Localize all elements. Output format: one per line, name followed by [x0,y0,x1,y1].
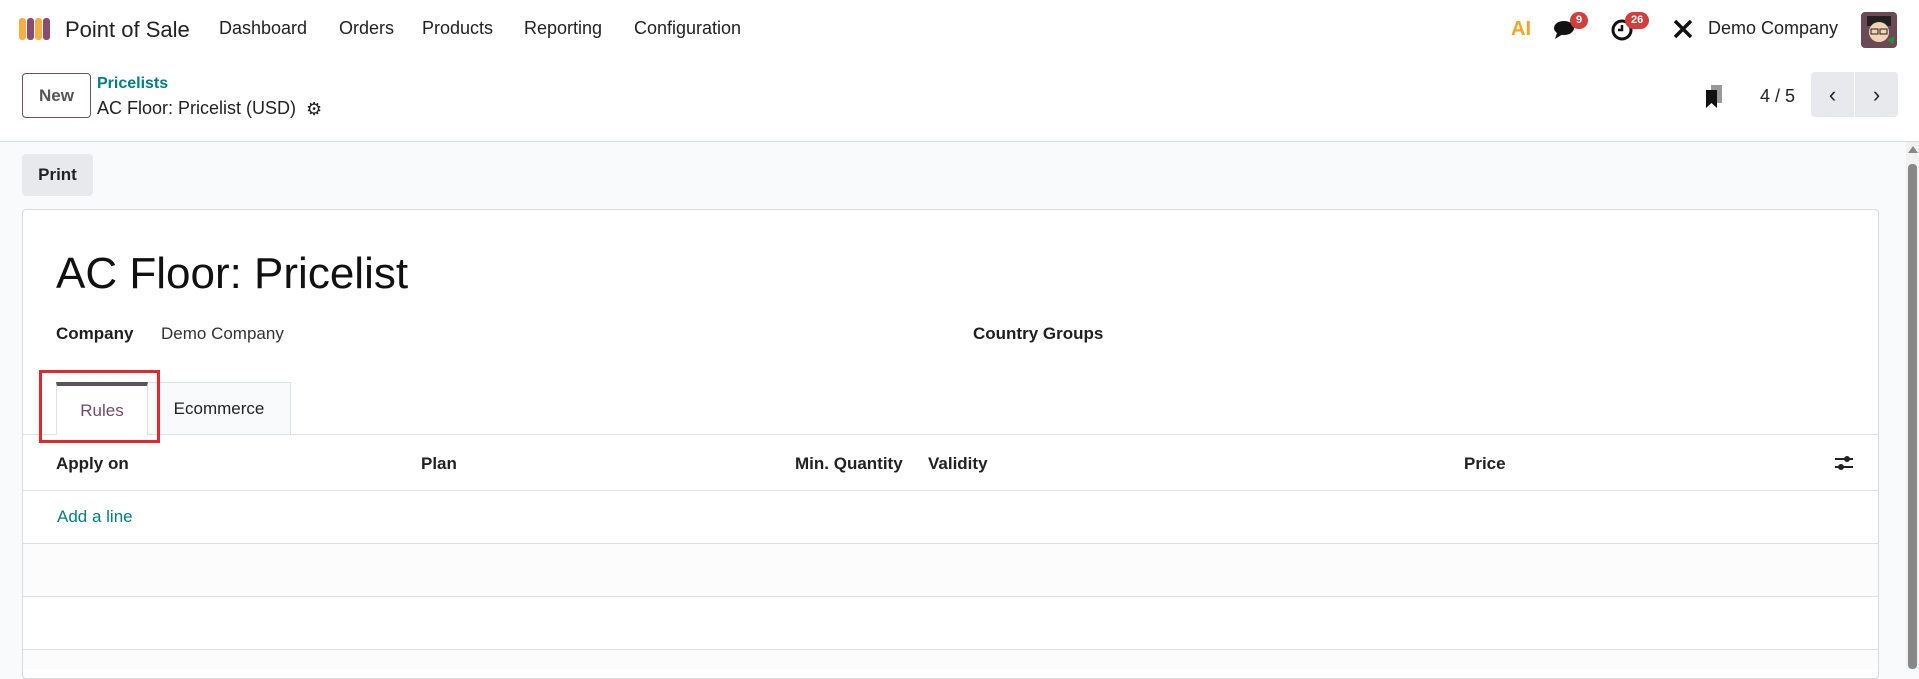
column-price[interactable]: Price [1464,454,1506,474]
company-label: Company [56,324,134,343]
empty-row [23,650,1878,669]
pager-previous-button[interactable]: ‹ [1811,72,1854,117]
pricelist-title[interactable]: AC Floor: Pricelist [56,249,408,299]
print-button[interactable]: Print [22,154,93,196]
company-switcher[interactable]: Demo Company [1708,18,1838,39]
tab-ecommerce[interactable]: Ecommerce [147,382,291,434]
tab-ecommerce-label: Ecommerce [173,398,265,418]
tabs-divider [23,434,1878,435]
menu-products[interactable]: Products [422,18,493,39]
activities-badge: 26 [1625,12,1650,29]
scrollbar[interactable] [1906,142,1919,669]
record-name: AC Floor: Pricelist (USD) [97,98,297,118]
column-plan[interactable]: Plan [421,454,457,474]
top-navbar: Point of Sale Dashboard Orders Products … [0,0,1919,58]
ai-icon[interactable]: AI [1511,18,1531,41]
user-avatar[interactable] [1861,12,1897,48]
optional-columns-icon[interactable] [1834,454,1854,477]
bookmark-icon[interactable] [1704,84,1724,115]
country-groups-field[interactable] [1140,318,1840,348]
empty-row [23,544,1878,596]
control-panel: New Pricelists AC Floor: Pricelist (USD)… [0,58,1919,142]
country-groups-label: Country Groups [973,324,1104,343]
pager-next-button[interactable]: › [1855,72,1898,117]
app-name[interactable]: Point of Sale [65,17,190,43]
gear-icon[interactable]: ⚙ [306,99,322,120]
column-apply-on[interactable]: Apply on [56,454,129,474]
add-line-link[interactable]: Add a line [57,507,133,527]
pager-value[interactable]: 4 / 5 [1760,86,1795,107]
menu-configuration[interactable]: Configuration [634,18,741,39]
menu-orders[interactable]: Orders [339,18,394,39]
column-min-quantity[interactable]: Min. Quantity [795,454,903,474]
row-divider [23,596,1878,597]
company-field[interactable]: Demo Company [161,324,284,344]
menu-dashboard[interactable]: Dashboard [219,18,307,39]
menu-reporting[interactable]: Reporting [524,18,602,39]
pos-app-icon[interactable] [18,16,52,42]
breadcrumb-pricelists[interactable]: Pricelists [97,75,168,93]
debug-tools-icon[interactable] [1672,18,1694,45]
new-button[interactable]: New [22,73,91,118]
header-divider [23,490,1878,491]
messages-badge: 9 [1570,12,1589,29]
column-validity[interactable]: Validity [928,454,988,474]
highlight-box [39,370,160,443]
